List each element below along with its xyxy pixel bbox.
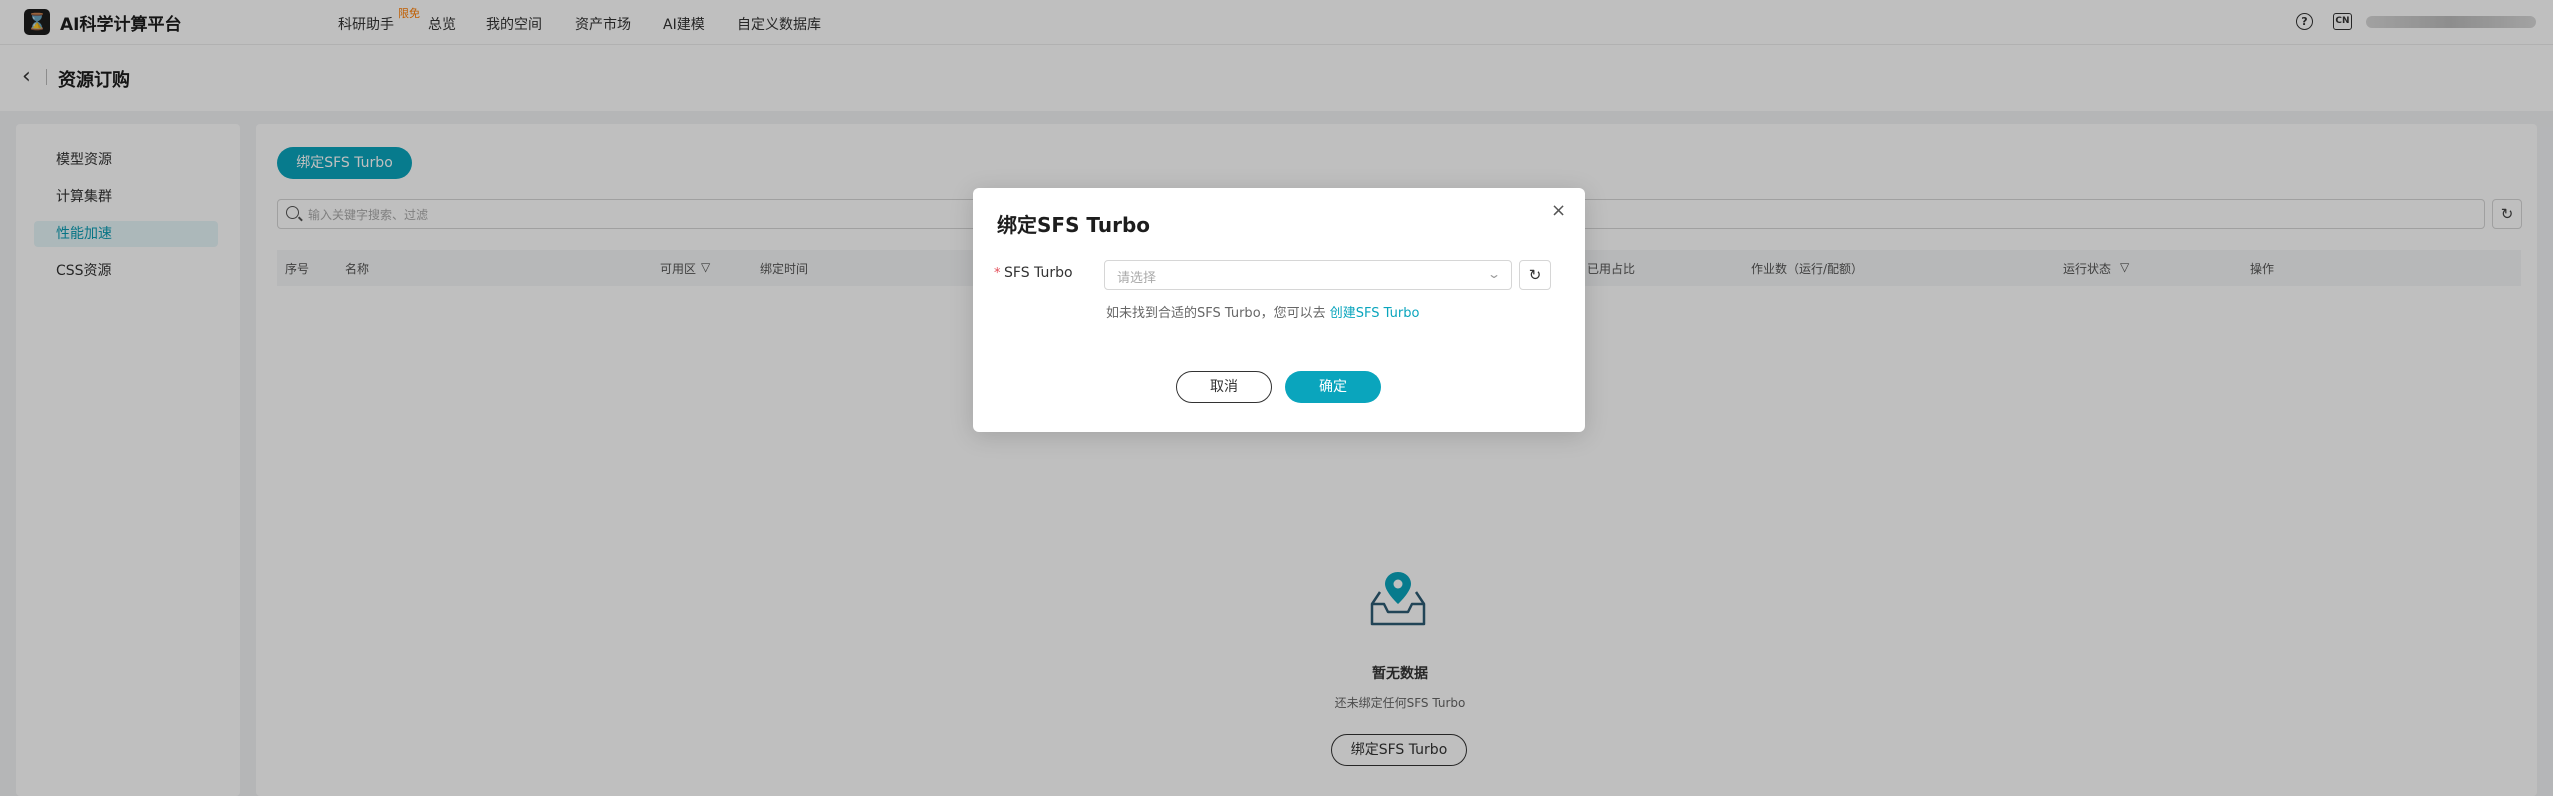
bind-sfs-turbo-dialog: 绑定SFS Turbo × * SFS Turbo 请选择 ⌄ ↻ 如未找到合适… bbox=[973, 188, 1585, 432]
hint-text: 如未找到合适的SFS Turbo，您可以去 创建SFS Turbo bbox=[1106, 302, 1419, 321]
chevron-down-icon: ⌄ bbox=[1486, 267, 1502, 281]
sfs-turbo-select[interactable]: 请选择 ⌄ bbox=[1104, 260, 1512, 290]
close-icon[interactable]: × bbox=[1551, 200, 1566, 221]
required-mark: * bbox=[994, 266, 1001, 281]
sfs-turbo-field-label: SFS Turbo bbox=[1004, 265, 1073, 281]
select-refresh-button[interactable]: ↻ bbox=[1519, 260, 1551, 290]
confirm-button[interactable]: 确定 bbox=[1285, 371, 1381, 403]
dialog-title: 绑定SFS Turbo bbox=[997, 213, 1151, 237]
hint-prefix: 如未找到合适的SFS Turbo，您可以去 bbox=[1106, 306, 1330, 321]
create-sfs-turbo-link[interactable]: 创建SFS Turbo bbox=[1330, 306, 1420, 321]
cancel-button[interactable]: 取消 bbox=[1176, 371, 1272, 403]
select-placeholder: 请选择 bbox=[1117, 271, 1157, 286]
